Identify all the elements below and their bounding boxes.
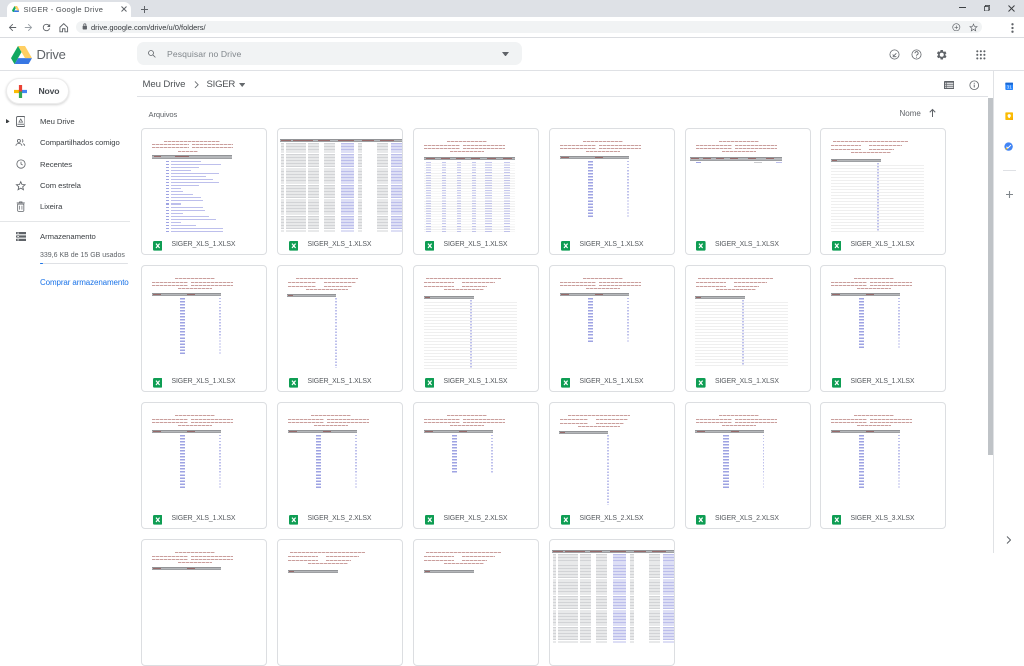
svg-text:31: 31 [1006,85,1012,90]
